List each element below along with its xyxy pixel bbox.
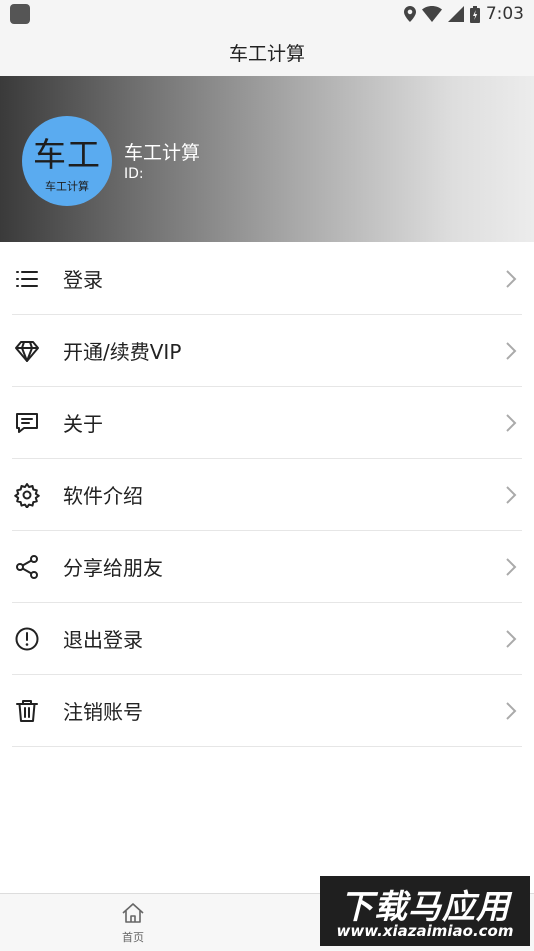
status-bar: 7:03 (0, 0, 534, 28)
watermark-logo: 下载马应用 www.xiazaimiao.com (320, 876, 530, 946)
chevron-right-icon (506, 486, 517, 504)
profile-id: ID: (124, 166, 144, 182)
chevron-right-icon (506, 414, 517, 432)
alert-circle-icon (15, 627, 39, 651)
app-notification-icon (10, 4, 30, 24)
menu-item-label: 退出登录 (63, 628, 143, 652)
menu-item-share[interactable]: 分享给朋友 (12, 531, 522, 603)
trash-icon (16, 700, 38, 722)
home-icon (122, 903, 144, 923)
chevron-right-icon (506, 630, 517, 648)
menu-item-label: 开通/续费VIP (63, 340, 182, 364)
share-icon (16, 555, 38, 579)
battery-icon (469, 5, 480, 23)
status-indicators: 7:03 (403, 3, 524, 25)
profile-header: 车工 车工计算 车工计算 ID: (0, 76, 534, 242)
title-bar: 车工计算 (0, 28, 534, 76)
menu-item-label: 登录 (63, 268, 103, 292)
menu-item-delete-account[interactable]: 注销账号 (12, 675, 522, 747)
signal-icon (447, 6, 464, 22)
page-title: 车工计算 (228, 42, 305, 65)
tab-home-label: 首页 (122, 931, 144, 944)
menu-item-label: 关于 (63, 412, 103, 436)
menu-item-software-intro[interactable]: 软件介绍 (12, 459, 522, 531)
menu-list: 登录 开通/续费VIP 关于 软件介绍 分享给朋友 退出登录 注销账号 (12, 243, 522, 747)
chevron-right-icon (506, 270, 517, 288)
tab-home[interactable]: 首页 (108, 902, 158, 946)
menu-item-label: 分享给朋友 (63, 556, 163, 580)
diamond-icon (15, 341, 39, 362)
watermark-text: 下载马应用 (340, 887, 510, 926)
chevron-right-icon (506, 702, 517, 720)
avatar-text-large: 车工 (33, 135, 101, 174)
menu-item-logout[interactable]: 退出登录 (12, 603, 522, 675)
menu-item-login[interactable]: 登录 (12, 243, 522, 315)
menu-item-vip[interactable]: 开通/续费VIP (12, 315, 522, 387)
menu-item-label: 注销账号 (63, 700, 143, 724)
wifi-icon (421, 6, 442, 22)
menu-item-about[interactable]: 关于 (12, 387, 522, 459)
avatar[interactable]: 车工 车工计算 (22, 116, 112, 206)
chevron-right-icon (506, 342, 517, 360)
chevron-right-icon (506, 558, 517, 576)
watermark-url: www.xiazaimiao.com (336, 922, 514, 940)
status-time: 7:03 (485, 4, 524, 24)
profile-name: 车工计算 (124, 142, 201, 164)
menu-item-label: 软件介绍 (63, 484, 143, 508)
location-icon (403, 6, 416, 22)
avatar-text-small: 车工计算 (45, 180, 89, 193)
message-icon (16, 413, 38, 433)
list-icon (16, 271, 38, 287)
gear-icon (14, 483, 40, 508)
